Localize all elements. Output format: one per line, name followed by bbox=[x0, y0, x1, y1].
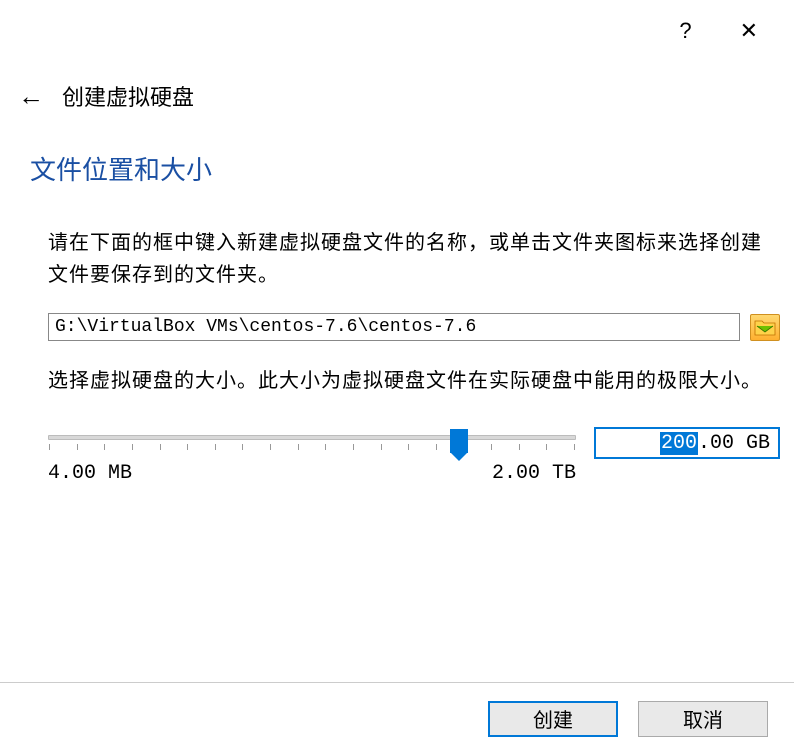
size-value-suffix: .00 GB bbox=[698, 432, 770, 455]
slider-thumb[interactable] bbox=[450, 429, 468, 453]
close-icon[interactable]: ✕ bbox=[740, 18, 758, 44]
file-path-input[interactable] bbox=[48, 313, 740, 341]
back-arrow-icon[interactable]: ← bbox=[18, 81, 44, 112]
size-description: 选择虚拟硬盘的大小。此大小为虚拟硬盘文件在实际硬盘中能用的极限大小。 bbox=[48, 365, 780, 397]
section-heading: 文件位置和大小 bbox=[30, 150, 780, 187]
size-input[interactable]: 200.00 GB bbox=[594, 427, 780, 459]
slider-ticks bbox=[48, 444, 576, 450]
create-button[interactable]: 创建 bbox=[488, 701, 618, 737]
slider-max-label: 2.00 TB bbox=[492, 462, 576, 485]
window-title: 创建虚拟硬盘 bbox=[62, 80, 194, 112]
browse-folder-button[interactable] bbox=[750, 314, 780, 341]
cancel-button[interactable]: 取消 bbox=[638, 701, 768, 737]
slider-min-label: 4.00 MB bbox=[48, 462, 132, 485]
help-icon[interactable]: ? bbox=[679, 18, 691, 44]
size-slider[interactable] bbox=[48, 435, 576, 440]
path-description: 请在下面的框中键入新建虚拟硬盘文件的名称，或单击文件夹图标来选择创建文件要保存到… bbox=[48, 227, 780, 291]
size-value-selected: 200 bbox=[660, 432, 698, 455]
folder-icon bbox=[754, 318, 776, 336]
